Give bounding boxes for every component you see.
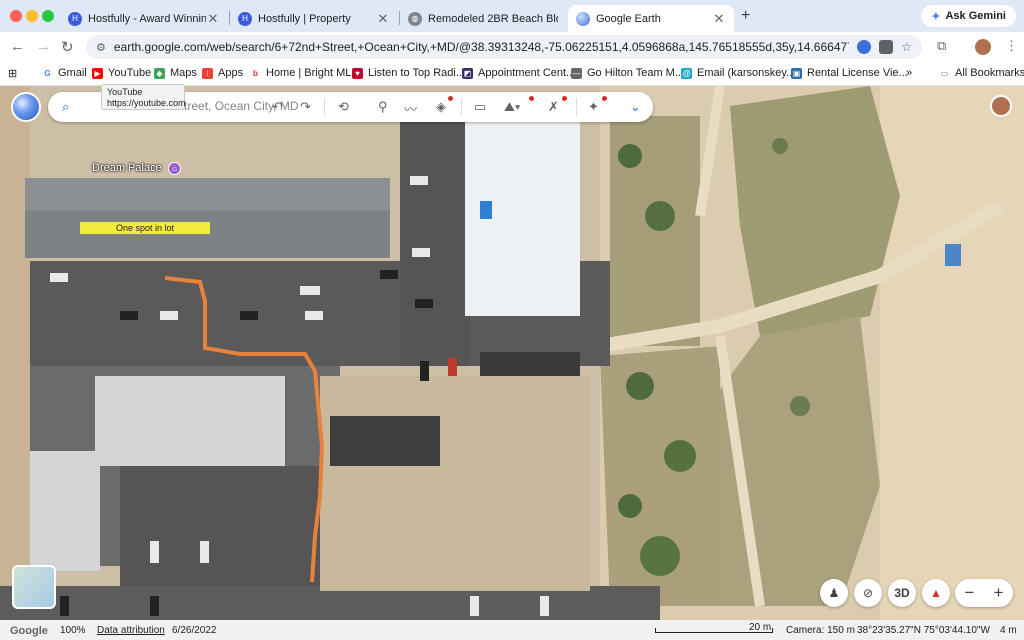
bookmark-tooltip: YouTube https://youtube.com <box>101 84 186 110</box>
tab-google-earth[interactable]: Google Earth ✕ <box>568 5 734 32</box>
zoom-control: − + <box>955 579 1013 607</box>
tab-hostfully-property[interactable]: H Hostfully | Property ✕ <box>230 5 398 32</box>
close-window-button[interactable] <box>10 10 22 22</box>
camera-altitude: Camera: 150 m <box>786 625 855 636</box>
notification-dot <box>529 96 534 101</box>
poi-label-dream-palace[interactable]: Dream Palace <box>92 162 162 174</box>
notification-dot <box>602 96 607 101</box>
back-arrow-icon[interactable]: ← <box>10 38 25 55</box>
bookmark-email[interactable]: @ Email (karsonskey... <box>681 67 795 79</box>
address-bar[interactable]: ⚙ earth.google.com/web/search/6+72nd+Str… <box>86 35 922 59</box>
bookmark-youtube[interactable]: ▶ YouTube <box>92 67 151 79</box>
terrain-icon[interactable]: ⛰▾ <box>504 99 520 115</box>
chevron-down-icon[interactable]: ⌄ <box>630 99 641 115</box>
redo-icon[interactable]: ↷ <box>300 99 311 115</box>
bookmark-gmail[interactable]: G Gmail <box>42 67 86 79</box>
notification-dot <box>448 96 453 101</box>
more-bookmarks-chevron[interactable]: » <box>906 67 912 79</box>
tools-icon[interactable]: ✗ <box>548 99 559 115</box>
globe-icon: ◍ <box>408 11 422 26</box>
bookmark-hilton[interactable]: — Go Hilton Team M... <box>571 67 684 79</box>
coordinates: 38°23'35.27"N 75°03'44.10"W <box>857 625 990 636</box>
url-text[interactable]: earth.google.com/web/search/6+72nd+Stree… <box>114 40 849 54</box>
compass-icon[interactable]: ▲ <box>922 579 950 607</box>
gemini-sparkle-icon: ✦ <box>931 10 941 23</box>
hotel-pin-icon[interactable]: ⌂ <box>168 162 181 175</box>
minimize-window-button[interactable] <box>26 10 38 22</box>
map-style-thumbnail[interactable] <box>12 565 56 609</box>
close-tab-icon[interactable]: ✕ <box>376 11 390 27</box>
elevation: 4 m <box>1000 625 1017 636</box>
maps-icon: ◆ <box>154 67 165 79</box>
youtube-icon: ▶ <box>92 67 103 79</box>
close-tab-icon[interactable]: ✕ <box>712 11 726 27</box>
bookmark-star-icon[interactable]: ☆ <box>901 40 912 54</box>
bookmark-maps[interactable]: ◆ Maps <box>154 67 197 79</box>
google-earth-logo[interactable] <box>11 92 41 122</box>
bookmark-apps[interactable]: ⁝ Apps <box>202 67 243 79</box>
iheart-icon: ♥ <box>352 67 363 79</box>
tab-remodeled-2br[interactable]: ◍ Remodeled 2BR Beach Block <box>400 5 566 32</box>
hostfully-icon: H <box>68 11 82 26</box>
zoom-out-button[interactable]: − <box>955 579 984 607</box>
ask-gemini-button[interactable]: ✦ Ask Gemini <box>921 5 1016 27</box>
cast-icon[interactable]: ⧉ <box>937 38 946 54</box>
maximize-window-button[interactable] <box>42 10 54 22</box>
new-tab-button[interactable]: + <box>741 7 750 25</box>
search-icon[interactable]: ⌕ <box>62 99 69 115</box>
hilton-icon: — <box>571 67 582 79</box>
account-avatar[interactable] <box>990 95 1012 117</box>
google-logo: Google <box>10 625 48 637</box>
browser-toolbar: ← → ↻ ⚙ earth.google.com/web/search/6+72… <box>0 32 1024 62</box>
bright-mls-icon: b <box>253 68 258 78</box>
imagery-date: 6/26/2022 <box>172 625 217 636</box>
bookmarks-bar: ⊞ G Gmail ▶ YouTube ◆ Maps ⁝ Apps b Home | Br… <box>0 62 1024 86</box>
history-icon[interactable]: ⟲ <box>338 99 349 115</box>
measure-icon[interactable]: ▭ <box>474 99 486 115</box>
3d-toggle-button[interactable]: 3D <box>888 579 916 607</box>
close-tab-icon[interactable]: ✕ <box>206 11 220 27</box>
all-bookmarks-button[interactable]: ▭ All Bookmarks <box>939 67 1024 79</box>
apps-grid-icon[interactable]: ⊞ <box>8 67 17 80</box>
apps-grid-icon: ⁝ <box>202 67 213 79</box>
tab-hostfully-award[interactable]: H Hostfully - Award Winning Va ✕ <box>60 5 228 32</box>
path-icon[interactable]: 〰 <box>404 99 417 118</box>
forward-arrow-icon[interactable]: → <box>36 38 51 55</box>
toolbar-divider <box>324 98 325 116</box>
google-earth-icon <box>576 11 590 26</box>
undo-icon[interactable]: ↶ <box>272 99 283 115</box>
tilt-off-icon[interactable]: ⊘ <box>854 579 882 607</box>
email-icon: @ <box>681 67 692 79</box>
zoom-in-button[interactable]: + <box>984 579 1013 607</box>
lens-icon[interactable] <box>879 40 894 54</box>
bookmark-rental[interactable]: ▣ Rental License Vie... <box>791 67 908 79</box>
google-icon: G <box>44 68 51 78</box>
sparkle-icon[interactable]: ✦ <box>588 99 599 115</box>
menu-kebab-icon[interactable]: ⋮ <box>1005 38 1018 54</box>
rental-icon: ▣ <box>791 67 802 79</box>
scale-bar <box>655 628 773 633</box>
bookmark-iheart[interactable]: ♥ Listen to Top Radi... <box>352 67 465 79</box>
tab-strip: H Hostfully - Award Winning Va ✕ H Hostf… <box>0 0 1024 32</box>
profile-avatar[interactable] <box>975 39 991 55</box>
hostfully-icon: H <box>238 11 252 26</box>
status-bar: Google 100% Data attribution 6/26/2022 2… <box>0 620 1024 640</box>
toolbar-divider <box>461 98 462 116</box>
annotation-one-spot[interactable]: One spot in lot <box>80 222 210 234</box>
reload-icon[interactable]: ↻ <box>61 38 74 56</box>
appointment-icon: ◩ <box>462 67 473 79</box>
google-earth-extension-icon[interactable] <box>857 40 872 54</box>
pegman-icon[interactable]: ♟ <box>820 579 848 607</box>
data-attribution-link[interactable]: Data attribution <box>97 625 165 636</box>
bookmark-bright-mls[interactable]: b Home | Bright MLS <box>250 67 359 79</box>
notification-dot <box>562 96 567 101</box>
folder-icon: ▭ <box>940 68 949 78</box>
site-settings-icon[interactable]: ⚙ <box>96 41 106 54</box>
layers-icon[interactable]: ◈ <box>436 99 446 115</box>
placemark-icon[interactable]: ⚲ <box>378 99 388 115</box>
zoom-level: 100% <box>60 625 86 636</box>
bookmark-appointment[interactable]: ◩ Appointment Cent... <box>462 67 575 79</box>
toolbar-divider <box>576 98 577 116</box>
